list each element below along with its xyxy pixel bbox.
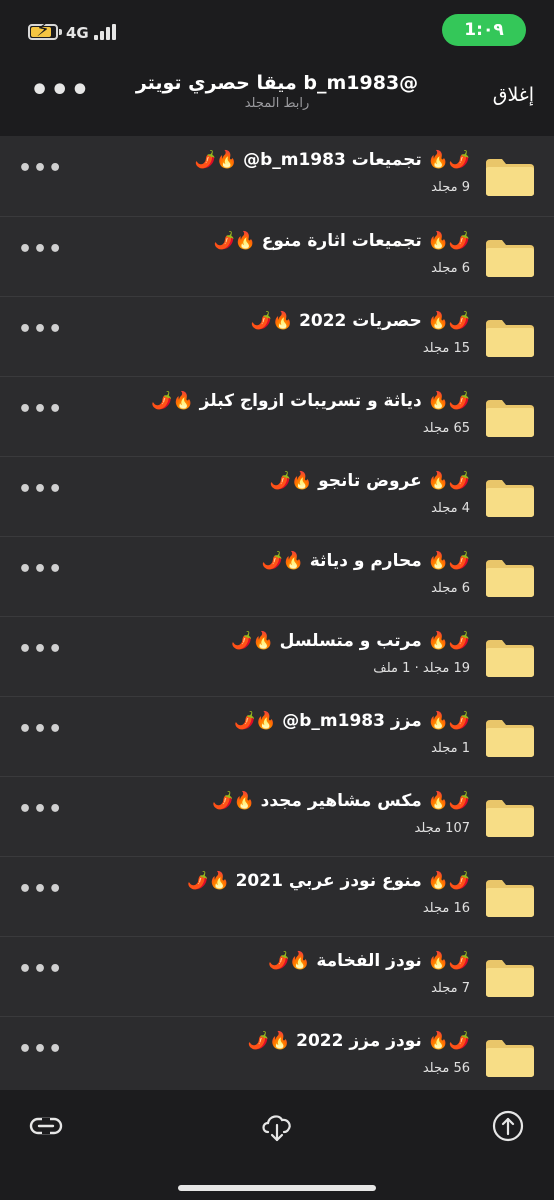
folder-count: 15 مجلد [422,341,470,356]
folder-list: ••• 🌶️🔥 تجميعات b_m1983@ 🔥🌶️ 9 مجلد ••• 🌶️🔥 … [0,136,554,1090]
home-indicator [178,1185,376,1191]
folder-row[interactable]: ••• 🌶️🔥 نودز مزز 2022 🔥🌶️ 56 مجلد [0,1016,554,1090]
status-bar: ⚡ 4G 1:٠٩ [0,0,554,62]
bottom-toolbar [0,1090,554,1200]
folder-icon [486,480,534,517]
folder-row[interactable]: ••• 🌶️🔥 مكس مشاهير مجدد 🔥🌶️ 107 مجلد [0,776,554,856]
row-more-icon[interactable]: ••• [18,639,63,661]
page-title: ميقا حصري تويتر b_m1983@ [135,72,419,94]
folder-count: 6 مجلد [431,581,470,596]
folder-row[interactable]: ••• 🌶️🔥 حصريات 2022 🔥🌶️ 15 مجلد [0,296,554,376]
folder-icon [486,159,534,196]
folder-icon [486,240,534,277]
row-more-icon[interactable]: ••• [18,559,63,581]
folder-count: 7 مجلد [431,981,470,996]
folder-icon [486,880,534,917]
folder-name: 🌶️🔥 عروض تانجو 🔥🌶️ [269,471,470,491]
nav-bar: ••• ميقا حصري تويتر b_m1983@ رابط المجلد… [0,62,554,136]
folder-count: 6 مجلد [431,261,470,276]
row-more-icon[interactable]: ••• [18,879,63,901]
folder-name: 🌶️🔥 منوع نودز عربي 2021 🔥🌶️ [187,871,470,891]
folder-name: 🌶️🔥 مرتب و متسلسل 🔥🌶️ [231,631,470,651]
folder-icon [486,400,534,437]
folder-name: 🌶️🔥 نودز الفخامة 🔥🌶️ [268,951,470,971]
row-more-icon[interactable]: ••• [18,719,63,741]
folder-icon [486,960,534,997]
folder-name: 🌶️🔥 مزز b_m1983@ 🔥🌶️ [233,711,470,731]
folder-icon [486,560,534,597]
folder-name: 🌶️🔥 دياثة و تسريبات ازواج كبلز 🔥🌶️ [151,391,470,411]
page-subtitle: رابط المجلد [244,96,310,111]
row-more-icon[interactable]: ••• [18,399,63,421]
more-options-icon[interactable]: ••• [30,76,91,106]
folder-row[interactable]: ••• 🌶️🔥 عروض تانجو 🔥🌶️ 4 مجلد [0,456,554,536]
folder-name: 🌶️🔥 مكس مشاهير مجدد 🔥🌶️ [212,791,470,811]
charging-bolt-icon: ⚡ [36,17,51,41]
folder-row[interactable]: ••• 🌶️🔥 نودز الفخامة 🔥🌶️ 7 مجلد [0,936,554,1016]
row-more-icon[interactable]: ••• [18,239,63,261]
folder-name: 🌶️🔥 تجميعات b_m1983@ 🔥🌶️ [194,150,470,170]
folder-icon [486,800,534,837]
folder-row[interactable]: ••• 🌶️🔥 محارم و دياثة 🔥🌶️ 6 مجلد [0,536,554,616]
folder-count: 19 مجلد · 1 ملف [373,661,470,676]
link-icon[interactable] [28,1108,64,1144]
folder-count: 4 مجلد [431,501,470,516]
signal-icon [94,24,120,40]
row-more-icon[interactable]: ••• [18,158,63,180]
cloud-download-icon[interactable] [259,1108,295,1144]
folder-icon [486,320,534,357]
folder-count: 107 مجلد [414,821,470,836]
row-more-icon[interactable]: ••• [18,1039,63,1061]
folder-row[interactable]: ••• 🌶️🔥 تجميعات b_m1983@ 🔥🌶️ 9 مجلد [0,136,554,216]
title-block: ميقا حصري تويتر b_m1983@ رابط المجلد [100,72,454,111]
folder-icon [486,640,534,677]
folder-name: 🌶️🔥 تجميعات اثارة منوع 🔥🌶️ [213,231,470,251]
folder-name: 🌶️🔥 حصريات 2022 🔥🌶️ [250,311,470,331]
folder-row[interactable]: ••• 🌶️🔥 دياثة و تسريبات ازواج كبلز 🔥🌶️ 65 … [0,376,554,456]
battery-tip [59,29,62,35]
folder-row[interactable]: ••• 🌶️🔥 منوع نودز عربي 2021 🔥🌶️ 16 مجلد [0,856,554,936]
row-more-icon[interactable]: ••• [18,799,63,821]
folder-count: 16 مجلد [422,901,470,916]
row-more-icon[interactable]: ••• [18,319,63,341]
row-more-icon[interactable]: ••• [18,959,63,981]
folder-count: 1 مجلد [431,741,470,756]
folder-name: 🌶️🔥 محارم و دياثة 🔥🌶️ [261,551,471,571]
folder-row[interactable]: ••• 🌶️🔥 مزز b_m1983@ 🔥🌶️ 1 مجلد [0,696,554,776]
folder-row[interactable]: ••• 🌶️🔥 مرتب و متسلسل 🔥🌶️ 19 مجلد · 1 ملف [0,616,554,696]
folder-row[interactable]: ••• 🌶️🔥 تجميعات اثارة منوع 🔥🌶️ 6 مجلد [0,216,554,296]
folder-count: 9 مجلد [431,180,470,195]
folder-icon [486,720,534,757]
network-type: 4G [66,24,89,42]
upload-icon[interactable] [490,1108,526,1144]
folder-name: 🌶️🔥 نودز مزز 2022 🔥🌶️ [247,1031,470,1051]
status-time: 1:٠٩ [442,14,526,46]
folder-icon [486,1040,534,1077]
folder-count: 56 مجلد [422,1061,470,1076]
row-more-icon[interactable]: ••• [18,479,63,501]
folder-count: 65 مجلد [422,421,470,436]
close-button[interactable]: إغلاق [493,84,534,106]
